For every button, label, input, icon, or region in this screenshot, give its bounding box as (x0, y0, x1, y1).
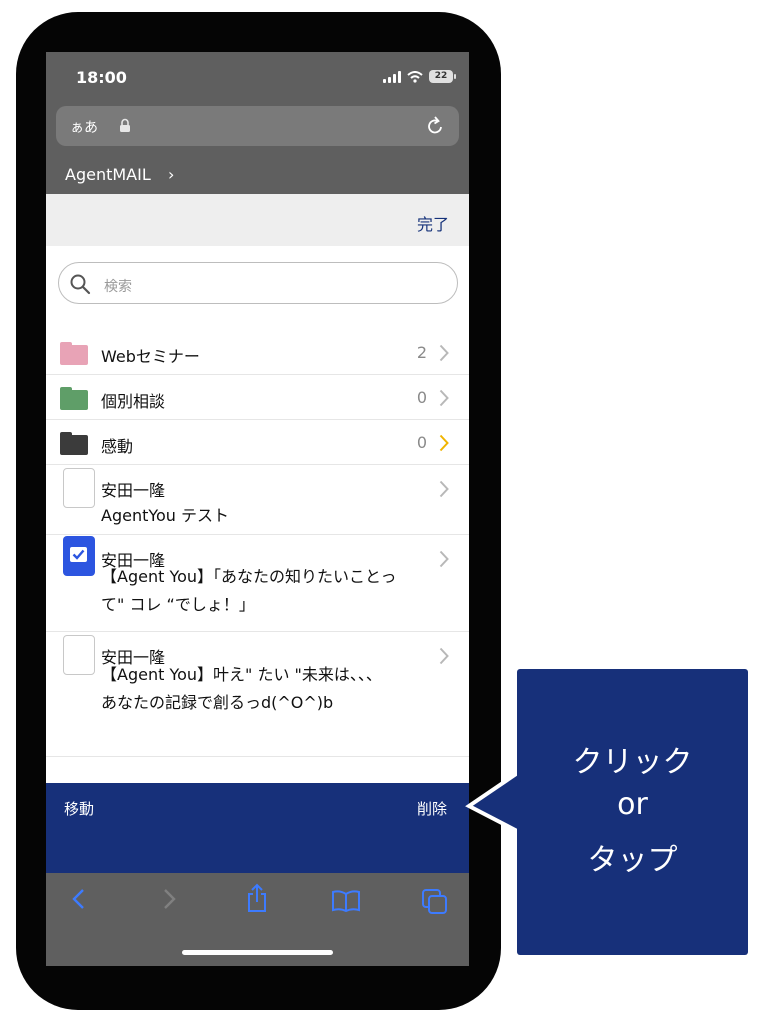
callout-line-3: タップ (587, 843, 678, 878)
mail-page: 完了 検索 Webセミナー 2 個別相談 0 感動 0 安田一隆 AgentYo… (46, 194, 469, 783)
share-icon[interactable] (245, 883, 269, 913)
site-bar[interactable]: AgentMAIL › (46, 152, 469, 194)
move-button[interactable]: 移動 (64, 798, 94, 819)
folder-label: 個別相談 (101, 392, 166, 411)
delete-button[interactable]: 削除 (417, 798, 447, 819)
wifi-icon (407, 70, 423, 83)
callout-line-2: or (617, 787, 648, 822)
status-time: 18:00 (76, 68, 127, 87)
chevron-right-icon (439, 647, 449, 665)
message-subject: 【Agent You】叶え" たい "未来は、、、 あなたの記録で創るっd(^O… (101, 665, 382, 712)
message-subject: AgentYou テスト (101, 506, 230, 525)
checkmark-icon (72, 549, 85, 560)
bookmarks-icon[interactable] (331, 889, 361, 913)
folder-icon (60, 342, 88, 365)
message-sender: 安田一隆 (101, 481, 166, 500)
folder-label: Webセミナー (101, 347, 200, 366)
message-row[interactable]: 安田一隆 AgentYou テスト (46, 465, 469, 535)
message-row[interactable]: 安田一隆 【Agent You】「あなたの知りたいことって" コレ “でしょ！」 (46, 535, 469, 632)
chevron-right-icon (439, 434, 449, 452)
message-checkbox-checked[interactable] (63, 536, 95, 576)
status-bar: 18:00 22 (46, 52, 469, 104)
phone-screen: 18:00 22 ぁあ AgentMAIL › 完了 検索 Webセミナー 2 … (46, 52, 469, 966)
message-row[interactable]: 安田一隆 【Agent You】叶え" たい "未来は、、、 あなたの記録で創る… (46, 632, 469, 757)
done-button[interactable]: 完了 (417, 211, 449, 235)
callout-pointer (465, 770, 521, 834)
status-icons: 22 (383, 70, 456, 83)
folder-count: 0 (416, 433, 427, 452)
reload-icon[interactable] (425, 115, 445, 137)
folder-count: 0 (416, 388, 427, 407)
message-checkbox[interactable] (63, 635, 95, 675)
tabs-icon[interactable] (421, 888, 449, 916)
edit-action-bar: 移動 削除 (46, 783, 469, 873)
battery-icon: 22 (429, 70, 456, 83)
callout-box: クリック or タップ (517, 669, 748, 955)
folder-label: 感動 (101, 437, 134, 456)
folder-row-kando[interactable]: 感動 0 (46, 420, 469, 465)
back-icon[interactable] (70, 887, 88, 911)
folder-count: 2 (416, 343, 427, 362)
address-bar[interactable]: ぁあ (56, 106, 459, 146)
browser-toolbar (46, 873, 469, 966)
folder-icon (60, 432, 88, 455)
folder-row-consultation[interactable]: 個別相談 0 (46, 375, 469, 420)
callout-line-1: クリック (572, 745, 693, 780)
chevron-right-icon (439, 550, 449, 568)
search-input[interactable]: 検索 (58, 262, 458, 304)
search-placeholder: 検索 (104, 279, 132, 295)
search-icon (70, 274, 91, 295)
folder-icon (60, 387, 88, 410)
forward-icon[interactable] (160, 887, 178, 911)
site-name[interactable]: AgentMAIL (65, 165, 151, 184)
lock-icon (120, 118, 130, 132)
folder-row-webinar[interactable]: Webセミナー 2 (46, 330, 469, 375)
message-checkbox[interactable] (63, 468, 95, 508)
site-chevron-icon: › (168, 165, 175, 184)
edit-top-bar: 完了 (46, 194, 469, 246)
text-size-button[interactable]: ぁあ (70, 117, 98, 137)
message-subject: 【Agent You】「あなたの知りたいことって" コレ “でしょ！」 (101, 567, 397, 614)
chevron-right-icon (439, 389, 449, 407)
home-indicator (182, 950, 333, 955)
signal-icon (383, 70, 401, 83)
chevron-right-icon (439, 344, 449, 362)
chevron-right-icon (439, 480, 449, 498)
